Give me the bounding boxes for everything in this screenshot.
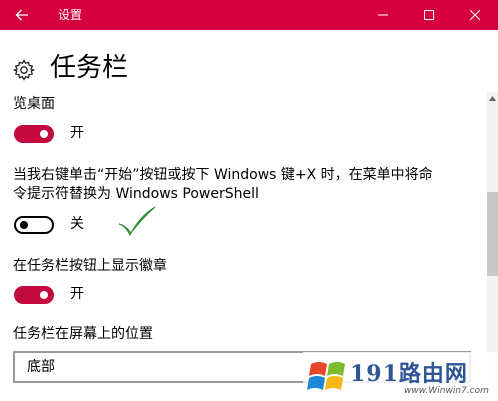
- powershell-toggle[interactable]: [14, 216, 54, 234]
- powershell-state: 关: [70, 216, 84, 232]
- show-badges-toggle[interactable]: [14, 286, 54, 304]
- toggle-knob: [40, 291, 48, 299]
- toggle-knob: [20, 221, 28, 229]
- peek-desktop-toggle[interactable]: [14, 125, 54, 143]
- taskbar-position-value: 底部: [27, 359, 55, 375]
- maximize-icon: [424, 10, 434, 20]
- checkmark-icon: [118, 206, 156, 237]
- gear-icon: [12, 59, 36, 81]
- scroll-up-button[interactable]: [487, 92, 498, 104]
- close-button[interactable]: [452, 0, 498, 30]
- setting-label-show-badges: 在任务栏按钮上显示徽章: [13, 258, 167, 274]
- back-arrow-icon: [15, 9, 28, 21]
- setting-label-powershell-line1: 当我右键单击“开始”按钮或按下 Windows 键+X 时，在菜单中将命: [13, 167, 433, 183]
- page-title: 任务栏: [50, 53, 129, 83]
- scrollbar-thumb[interactable]: [487, 192, 498, 276]
- minimize-icon: [378, 14, 388, 16]
- title-bar: 设置: [0, 0, 498, 30]
- watermark-url: www.Winwin7.com: [404, 386, 489, 396]
- setting-label-powershell-line2: 令提示符替换为 Windows PowerShell: [13, 186, 259, 202]
- back-button[interactable]: [0, 0, 44, 30]
- taskbar-position-label: 任务栏在屏幕上的位置: [13, 326, 153, 342]
- show-badges-state: 开: [70, 286, 84, 302]
- toggle-knob: [40, 130, 48, 138]
- setting-label-peek-desktop: 览桌面: [13, 96, 55, 112]
- peek-desktop-state: 开: [70, 125, 84, 141]
- minimize-button[interactable]: [360, 0, 406, 30]
- watermark-brand: 191路由网: [350, 361, 468, 387]
- scroll-up-arrow-icon: [489, 95, 496, 101]
- window-title: 设置: [58, 8, 83, 22]
- maximize-button[interactable]: [406, 0, 452, 30]
- close-icon: [470, 10, 480, 20]
